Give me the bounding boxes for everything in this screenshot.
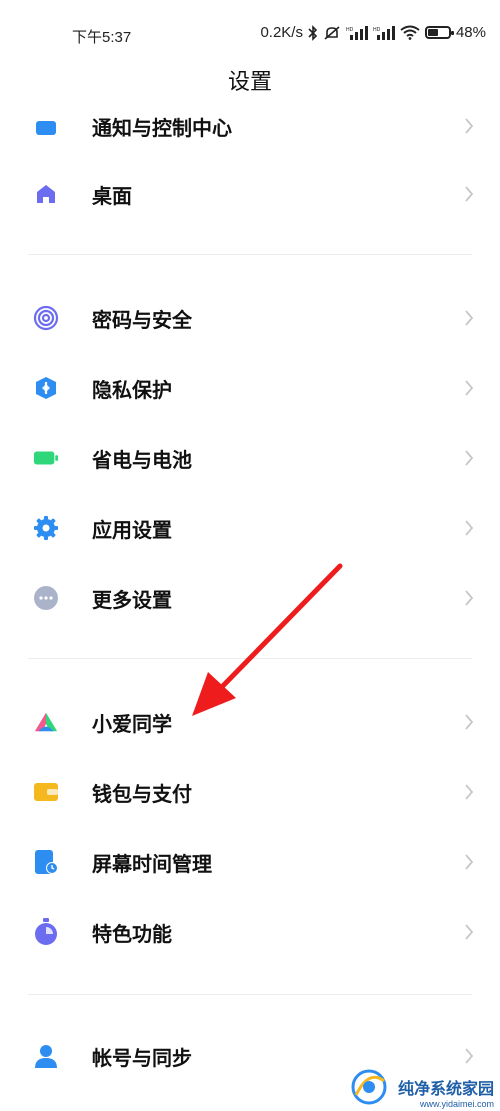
wallet-icon (33, 779, 59, 805)
chevron-right-icon (465, 1048, 474, 1064)
settings-item-label: 小爱同学 (92, 711, 172, 736)
watermark-url: www.yidaimei.com (419, 1099, 494, 1109)
battery-icon (424, 26, 454, 39)
chevron-right-icon (465, 118, 474, 134)
header-mask (0, 96, 500, 110)
home-icon (33, 181, 59, 207)
settings-item-security[interactable]: 密码与安全 (0, 288, 500, 348)
section-divider (28, 254, 472, 255)
page-title: 设置 (227, 70, 272, 95)
chevron-right-icon (465, 450, 474, 466)
signal-icon: HD (346, 25, 368, 40)
notification-icon (33, 113, 59, 139)
net-speed: 0.2K/s (260, 24, 303, 41)
settings-item-label: 特色功能 (92, 921, 172, 946)
chevron-right-icon (465, 590, 474, 606)
settings-item-label: 更多设置 (92, 587, 172, 612)
chevron-right-icon (465, 854, 474, 870)
settings-item-label: 密码与安全 (92, 307, 192, 332)
settings-item-battery[interactable]: 省电与电池 (0, 428, 500, 488)
more-dots-icon (33, 585, 59, 611)
status-bar: 下午5:37 0.2K/s HD HD 48% (0, 0, 500, 64)
settings-item-desktop[interactable]: 桌面 (0, 164, 500, 224)
account-icon (33, 1043, 59, 1069)
settings-item-label: 通知与控制中心 (92, 116, 232, 140)
status-icons: 0.2K/s HD HD 48% (260, 24, 486, 41)
settings-item-label: 钱包与支付 (92, 781, 192, 806)
svg-text:HD: HD (346, 27, 354, 33)
chevron-right-icon (465, 520, 474, 536)
chevron-right-icon (465, 714, 474, 730)
wifi-icon (400, 25, 420, 40)
chevron-right-icon (465, 310, 474, 326)
xiaoai-icon (33, 709, 59, 735)
bluetooth-icon (308, 24, 318, 41)
settings-item-label: 帐号与同步 (92, 1045, 192, 1070)
gear-icon (33, 515, 59, 541)
stopwatch-icon (33, 918, 59, 945)
settings-item-privacy[interactable]: 隐私保护 (0, 358, 500, 418)
watermark-logo-icon (351, 1069, 387, 1105)
chevron-right-icon (465, 784, 474, 800)
signal-icon: HD (373, 25, 395, 40)
settings-item-label: 省电与电池 (92, 447, 192, 472)
fingerprint-icon (33, 305, 59, 331)
settings-item-label: 隐私保护 (92, 377, 172, 402)
settings-item-features[interactable]: 特色功能 (0, 902, 500, 962)
battery-saver-icon (33, 445, 59, 471)
settings-item-xiaoai[interactable]: 小爱同学 (0, 692, 500, 752)
chevron-right-icon (465, 924, 474, 940)
settings-item-apps[interactable]: 应用设置 (0, 498, 500, 558)
mute-icon (323, 25, 341, 41)
settings-item-screen-time[interactable]: 屏幕时间管理 (0, 832, 500, 892)
settings-item-label: 应用设置 (92, 517, 172, 542)
section-divider (28, 658, 472, 659)
privacy-shield-icon (33, 375, 59, 401)
settings-item-wallet[interactable]: 钱包与支付 (0, 762, 500, 822)
settings-item-more[interactable]: 更多设置 (0, 568, 500, 628)
chevron-right-icon (465, 380, 474, 396)
watermark-text: 纯净系统家园 (397, 1079, 494, 1098)
watermark: 纯净系统家园 www.yidaimei.com (346, 1067, 494, 1109)
settings-item-label: 屏幕时间管理 (92, 851, 212, 876)
status-time: 下午5:37 (72, 29, 132, 46)
screen-time-icon (33, 849, 59, 875)
battery-percent: 48% (455, 24, 486, 41)
svg-text:HD: HD (373, 27, 381, 33)
settings-item-label: 桌面 (92, 183, 132, 208)
section-divider (28, 994, 472, 995)
chevron-right-icon (465, 186, 474, 202)
